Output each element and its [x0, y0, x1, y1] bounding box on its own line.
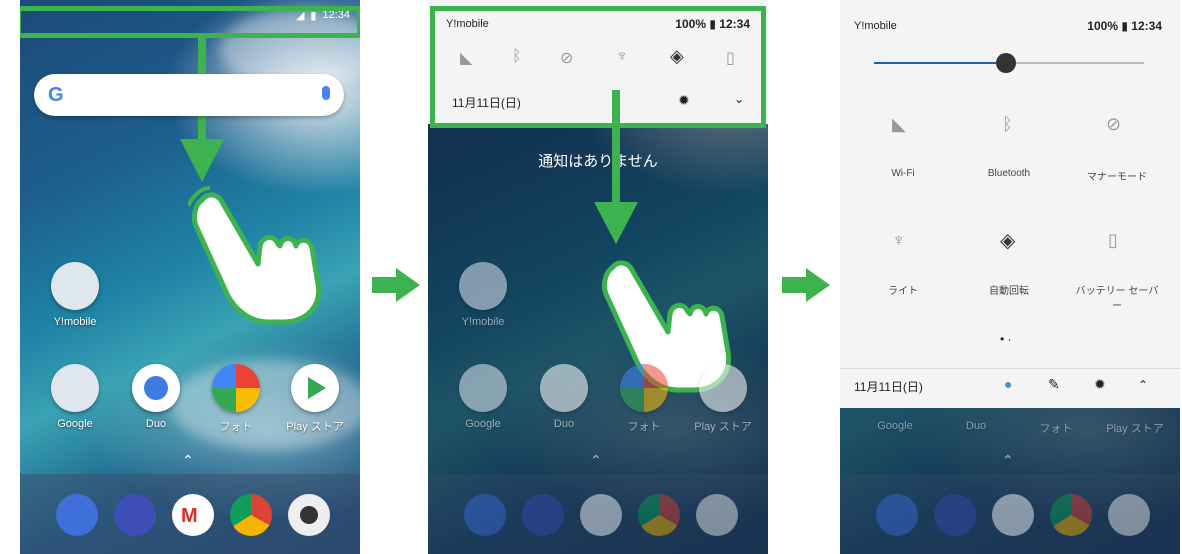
messages-icon [934, 494, 976, 536]
next-step-arrow-icon [372, 268, 420, 302]
screen-quick-settings-expanded: Y!mobile 100% ▮ 12:34 ◣ Wi-Fi ᛒ Bluetoot… [840, 0, 1180, 554]
phone-icon [876, 494, 918, 536]
tile-dnd-label[interactable]: マナーモード [1072, 168, 1162, 183]
duo-icon [540, 364, 588, 412]
camera-icon[interactable] [288, 494, 330, 536]
app-duo: Duo [965, 420, 987, 432]
gmail-icon[interactable]: M [172, 494, 214, 536]
folder-icon [51, 262, 99, 310]
app-folder-google: Google [877, 420, 913, 432]
next-step-arrow-icon [782, 268, 830, 302]
app-photos: フォト [1039, 423, 1073, 435]
expanded-quick-settings: Y!mobile 100% ▮ 12:34 ◣ Wi-Fi ᛒ Bluetoot… [840, 0, 1180, 408]
screen-notification-shade: Y!mobile 100% ▮ 12:34 ◣ ᛒ ⊘ ♆ ◈ ▯ 11月11日… [428, 0, 768, 554]
tile-rotate-label[interactable]: 自動回転 [964, 282, 1054, 297]
camera-icon [1108, 494, 1150, 536]
battery-icon: ▮ [1121, 19, 1128, 33]
app-photos: フォト [609, 364, 679, 434]
wifi-icon[interactable]: ◣ [892, 114, 906, 135]
app-drawer-caret-icon: ⌃ [590, 452, 602, 468]
folder-icon [459, 262, 507, 310]
dock [840, 474, 1180, 554]
camera-icon [696, 494, 738, 536]
app-folder-ymobile: Y!mobile [448, 262, 518, 328]
folder-icon [459, 364, 507, 412]
dock [428, 474, 768, 554]
tile-wifi-label[interactable]: Wi-Fi [858, 168, 948, 179]
app-drawer-caret-icon[interactable]: ⌃ [182, 452, 194, 469]
phone-icon[interactable] [56, 494, 98, 536]
play-store-icon [291, 364, 339, 412]
folder-icon [51, 364, 99, 412]
google-search-bar[interactable]: G [34, 74, 344, 116]
brightness-slider[interactable] [874, 53, 1144, 73]
chrome-icon [638, 494, 680, 536]
tile-bluetooth-label[interactable]: Bluetooth [964, 168, 1054, 179]
tile-flashlight-label[interactable]: ライト [858, 282, 948, 297]
brightness-icon[interactable] [996, 53, 1016, 73]
app-play-store: Play ストア [1106, 423, 1164, 435]
rotate-icon[interactable]: ◈ [1000, 228, 1015, 253]
bluetooth-icon[interactable]: ᛒ [1002, 114, 1013, 135]
flashlight-icon[interactable]: ♆ [892, 230, 906, 251]
status-right: 100% ▮ 12:34 [1087, 19, 1162, 33]
app-play-store[interactable]: Play ストア [280, 364, 350, 434]
app-photos[interactable]: フォト [201, 364, 271, 434]
messages-icon[interactable] [114, 494, 156, 536]
chrome-icon [1050, 494, 1092, 536]
messages-icon [522, 494, 564, 536]
app-play-store: Play ストア [688, 364, 758, 434]
chrome-icon[interactable] [230, 494, 272, 536]
carrier-name: Y!mobile [854, 20, 897, 32]
page-indicator: • · [1000, 332, 1012, 346]
app-drawer-caret-icon: ⌃ [1002, 452, 1014, 468]
screen-home: ◢ ▮ 12:34 G Y!mobile Google Duo フォト Play… [20, 0, 360, 554]
photos-icon [212, 364, 260, 412]
dock: M [20, 474, 360, 554]
gmail-icon [992, 494, 1034, 536]
app-folder-ymobile[interactable]: Y!mobile [40, 262, 110, 328]
gmail-icon [580, 494, 622, 536]
play-store-icon [699, 364, 747, 412]
app-folder-google: Google [448, 364, 518, 430]
mic-icon[interactable] [322, 86, 330, 100]
swipe-hand-icon [188, 186, 322, 325]
phone-icon [464, 494, 506, 536]
app-duo: Duo [529, 364, 599, 430]
battery-saver-icon[interactable]: ▯ [1108, 230, 1118, 251]
photos-icon [620, 364, 668, 412]
tile-battery-saver-label[interactable]: バッテリー セーバー [1072, 282, 1162, 312]
duo-icon [132, 364, 180, 412]
app-folder-google[interactable]: Google [40, 364, 110, 430]
swipe-down-arrow-icon [594, 90, 638, 244]
dnd-icon[interactable]: ⊘ [1106, 114, 1121, 135]
google-logo: G [48, 84, 64, 106]
app-duo[interactable]: Duo [121, 364, 191, 430]
